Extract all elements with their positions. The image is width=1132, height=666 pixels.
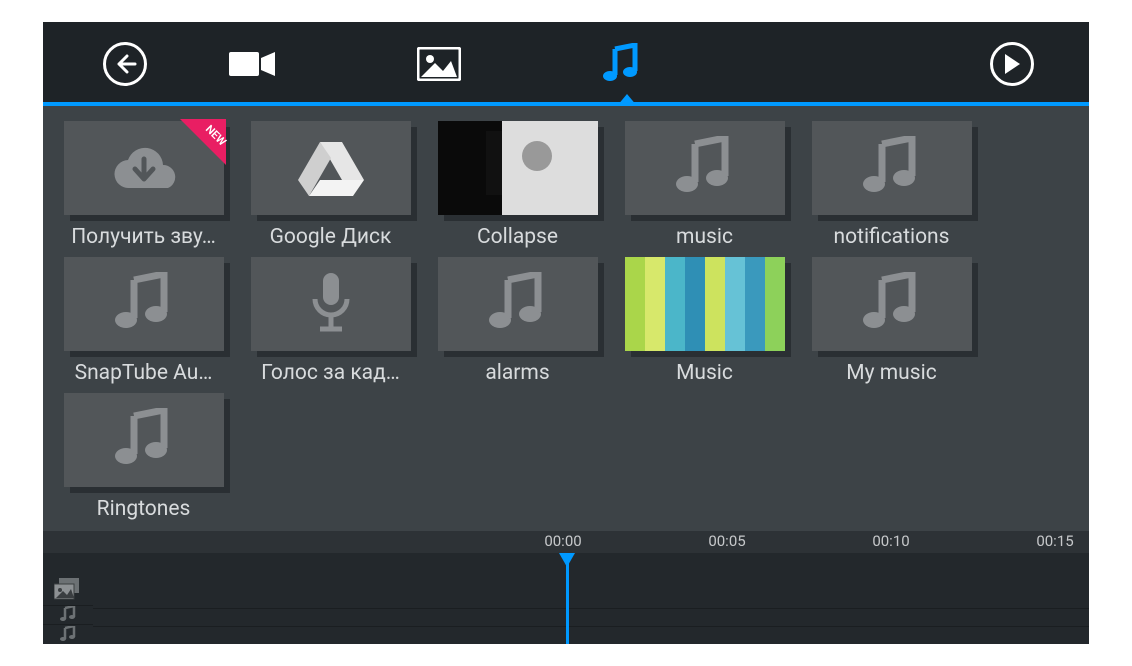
album-thumb: [812, 257, 972, 351]
album-thumb: [625, 121, 785, 215]
album-notifications[interactable]: notifications: [809, 121, 974, 249]
media-tabs: [227, 43, 1089, 85]
new-badge: NEW: [170, 119, 226, 175]
album-label: music: [676, 225, 733, 249]
header-divider: [43, 102, 1089, 106]
tab-video[interactable]: [227, 43, 277, 85]
album-label: Получить зву…: [71, 225, 216, 249]
album-label: alarms: [485, 361, 549, 385]
music-library: NEW Получить зву… Google Диск Collapse music…: [43, 106, 1089, 531]
video-camera-icon: [227, 48, 277, 80]
tab-image[interactable]: [417, 43, 461, 85]
album-ringtones[interactable]: Ringtones: [61, 393, 226, 521]
album-thumb: [251, 257, 411, 351]
album-thumb: [812, 121, 972, 215]
album-label: Collapse: [477, 225, 558, 249]
album-label: My music: [846, 361, 936, 385]
ruler-tick: 00:05: [708, 532, 745, 550]
album-label: notifications: [834, 225, 950, 249]
track-header-music-2[interactable]: [43, 624, 93, 644]
ruler-tick: 00:00: [544, 532, 581, 550]
album-label: Google Диск: [270, 225, 392, 249]
ruler-tick: 00:15: [1036, 532, 1073, 550]
album-thumb: [64, 393, 224, 487]
album-snaptube[interactable]: SnapTube Au…: [61, 257, 226, 385]
album-label: Ringtones: [97, 497, 191, 521]
timeline: 00:00 00:05 00:10 00:15: [43, 531, 1089, 644]
album-thumb: [438, 121, 598, 215]
play-icon: [1002, 53, 1022, 75]
album-collapse[interactable]: Collapse: [435, 121, 600, 249]
album-alarms[interactable]: alarms: [435, 257, 600, 385]
album-music2[interactable]: Music: [622, 257, 787, 385]
music-track-icon: [59, 626, 77, 644]
album-thumb: [64, 257, 224, 351]
album-google-drive[interactable]: Google Диск: [248, 121, 413, 249]
album-my-music[interactable]: My music: [809, 257, 974, 385]
album-label: Голос за кад…: [261, 361, 400, 385]
back-button[interactable]: [103, 42, 147, 86]
track-video[interactable]: [93, 575, 1089, 608]
album-music[interactable]: music: [622, 121, 787, 249]
track-headers: [43, 575, 93, 644]
track-area[interactable]: [93, 575, 1089, 644]
arrow-left-icon: [113, 52, 137, 76]
ruler-tick: 00:10: [872, 532, 909, 550]
track-header-video[interactable]: [43, 575, 93, 605]
music-track-icon: [59, 606, 77, 624]
time-ruler[interactable]: 00:00 00:05 00:10 00:15: [43, 531, 1089, 553]
album-thumb: [438, 257, 598, 351]
album-voiceover[interactable]: Голос за кад…: [248, 257, 413, 385]
playhead[interactable]: [566, 553, 569, 644]
tab-music[interactable]: [601, 43, 641, 85]
music-note-icon: [601, 43, 641, 85]
video-track-icon: [54, 578, 82, 602]
header: [43, 22, 1089, 106]
track-music-1[interactable]: [93, 608, 1089, 626]
album-label: SnapTube Au…: [75, 361, 213, 385]
play-button[interactable]: [990, 42, 1034, 86]
image-icon: [417, 47, 461, 81]
album-thumb: [625, 257, 785, 351]
track-music-2[interactable]: [93, 626, 1089, 644]
album-get-sound[interactable]: NEW Получить зву…: [61, 121, 226, 249]
album-thumb: [251, 121, 411, 215]
album-label: Music: [676, 361, 733, 385]
track-header-music-1[interactable]: [43, 605, 93, 625]
